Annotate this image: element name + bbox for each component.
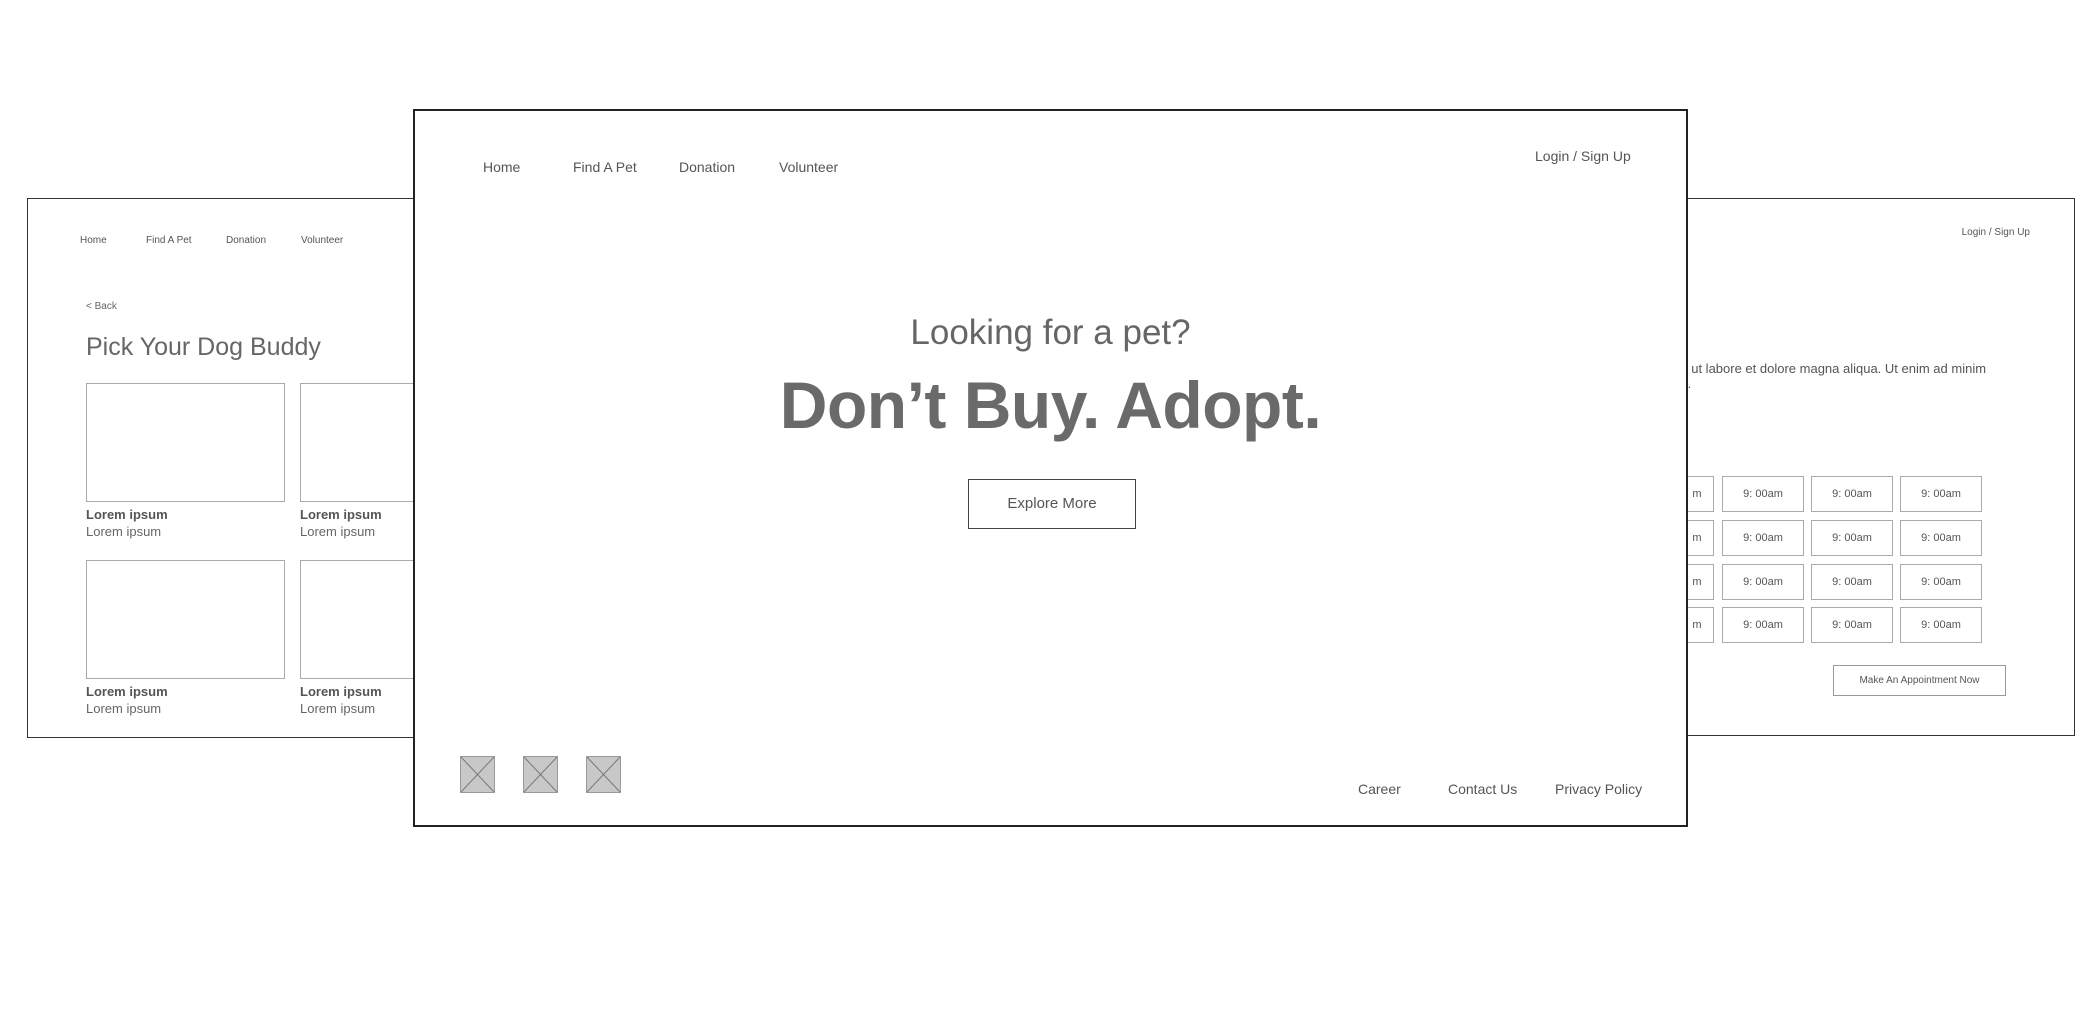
description-text: t ut labore et dolore magna aliqua. Ut e… [1684, 361, 1987, 376]
image-placeholder-icon[interactable] [586, 756, 621, 793]
make-appointment-button[interactable]: Make An Appointment Now [1833, 665, 2006, 696]
time-slot[interactable]: 9: 00am [1722, 607, 1804, 643]
time-slot[interactable]: 9: 00am [1900, 476, 1982, 512]
pet-card-title: Lorem ipsum [86, 684, 168, 699]
pet-card-image[interactable] [86, 383, 285, 502]
pet-card-subtitle: Lorem ipsum [300, 701, 376, 716]
footer-link-career[interactable]: Career [1358, 781, 1401, 797]
pet-card-title: Lorem ipsum [300, 684, 382, 699]
right-page-frame: Login / Sign Up t ut labore et dolore ma… [1683, 198, 2075, 736]
time-slot[interactable]: 9: 00am [1811, 520, 1893, 556]
nav-volunteer-link[interactable]: Volunteer [779, 159, 838, 175]
explore-more-button[interactable]: Explore More [968, 479, 1136, 529]
image-placeholder-icon[interactable] [460, 756, 495, 793]
pet-card-image[interactable] [300, 560, 414, 679]
login-signup-link[interactable]: Login / Sign Up [1962, 227, 2030, 238]
nav-find-pet-link[interactable]: Find A Pet [146, 235, 192, 246]
image-placeholder-icon[interactable] [523, 756, 558, 793]
nav-find-pet-link[interactable]: Find A Pet [573, 159, 637, 175]
time-slot[interactable]: 9: 00am [1900, 564, 1982, 600]
time-slot[interactable]: 9: 00am [1900, 520, 1982, 556]
nav-donation-link[interactable]: Donation [226, 235, 266, 246]
pet-card-image[interactable] [86, 560, 285, 679]
footer-link-contact[interactable]: Contact Us [1448, 781, 1517, 797]
pet-card-subtitle: Lorem ipsum [300, 524, 376, 539]
pet-card-subtitle: Lorem ipsum [86, 701, 162, 716]
page-title: Pick Your Dog Buddy [86, 333, 321, 361]
nav-donation-link[interactable]: Donation [679, 159, 735, 175]
time-slot[interactable]: 9: 00am [1722, 520, 1804, 556]
footer-link-privacy[interactable]: Privacy Policy [1555, 781, 1642, 797]
pet-card-subtitle: Lorem ipsum [86, 524, 162, 539]
time-slot[interactable]: 9: 00am [1722, 476, 1804, 512]
time-slot[interactable]: 9: 00am [1722, 564, 1804, 600]
time-slot[interactable]: 9: 00am [1811, 607, 1893, 643]
nav-volunteer-link[interactable]: Volunteer [301, 235, 343, 246]
hero-subtitle: Looking for a pet? [910, 313, 1191, 352]
nav-home-link[interactable]: Home [80, 235, 107, 246]
back-link[interactable]: < Back [86, 301, 117, 312]
time-slot[interactable]: 9: 00am [1900, 607, 1982, 643]
time-slot[interactable]: 9: 00am [1811, 476, 1893, 512]
login-signup-link[interactable]: Login / Sign Up [1535, 148, 1631, 164]
pet-card-title: Lorem ipsum [300, 507, 382, 522]
hero-title: Don’t Buy. Adopt. [779, 368, 1322, 442]
nav-home-link[interactable]: Home [483, 159, 520, 175]
left-page-frame: Home Find A Pet Donation Volunteer < Bac… [27, 198, 415, 738]
time-slot[interactable]: 9: 00am [1811, 564, 1893, 600]
pet-card-image[interactable] [300, 383, 414, 502]
pet-card-title: Lorem ipsum [86, 507, 168, 522]
home-page-frame: Home Find A Pet Donation Volunteer Login… [413, 109, 1688, 827]
